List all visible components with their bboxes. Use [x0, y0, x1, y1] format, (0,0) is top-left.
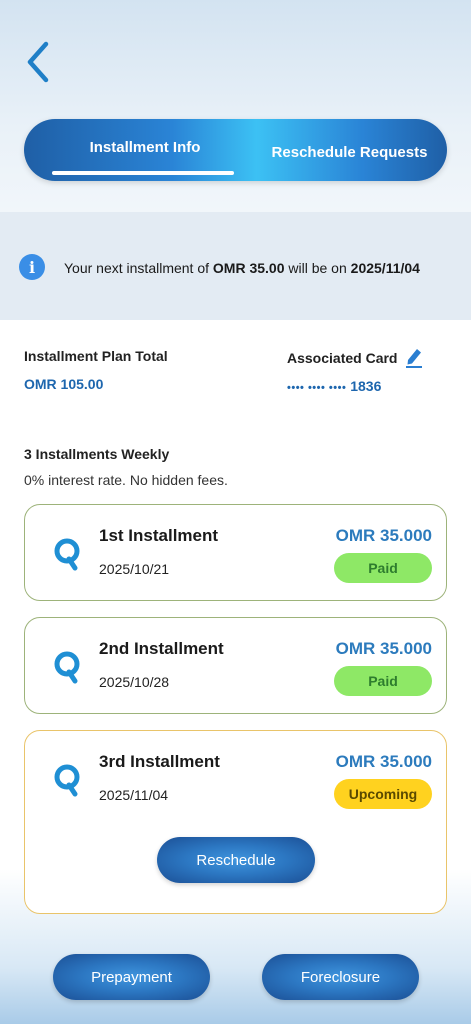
reschedule-button[interactable]: Reschedule [157, 837, 315, 883]
banner-amount: OMR 35.00 [212, 260, 285, 276]
status-badge: Paid [334, 553, 432, 583]
foreclosure-button[interactable]: Foreclosure [262, 954, 419, 1000]
tab-installment-info[interactable]: Installment Info [52, 119, 238, 175]
active-tab-indicator [52, 171, 234, 175]
q-logo-icon [54, 651, 80, 684]
info-icon: i [19, 254, 45, 280]
installment-amount: OMR 35.000 [335, 639, 432, 658]
installment-card-3[interactable]: 3rd Installment 2025/11/04 OMR 35.000 Up… [24, 730, 447, 914]
next-installment-banner: i Your next installment of OMR 35.00 wil… [0, 212, 471, 320]
installments-weekly-subtitle: 0% interest rate. No hidden fees. [24, 472, 228, 488]
installment-name: 2nd Installment [99, 639, 224, 658]
tab-reschedule-requests-label: Reschedule Requests [271, 143, 428, 161]
plan-total-value: OMR 105.00 [24, 376, 104, 392]
banner-text-middle: will be on [284, 260, 351, 276]
banner-date: 2025/11/04 [350, 260, 420, 276]
card-dots: •••• •••• •••• [287, 382, 347, 394]
prepayment-button[interactable]: Prepayment [53, 954, 210, 1000]
edit-card-button[interactable] [404, 346, 424, 368]
banner-text: Your next installment of OMR 35.00 will … [64, 260, 420, 276]
installments-weekly-title: 3 Installments Weekly [24, 446, 170, 462]
main-content: Installment Plan Total OMR 105.00 Associ… [0, 320, 471, 1024]
chevron-left-icon [27, 41, 49, 83]
q-logo-icon [54, 764, 80, 797]
installment-card-2[interactable]: 2nd Installment 2025/10/28 OMR 35.000 Pa… [24, 617, 447, 714]
card-last4: 1836 [350, 378, 382, 394]
tab-bar: Installment Info Reschedule Requests [24, 119, 447, 181]
status-badge: Paid [334, 666, 432, 696]
installment-date: 2025/11/04 [99, 787, 169, 803]
installment-date: 2025/10/21 [99, 561, 170, 577]
installment-card-1[interactable]: 1st Installment 2025/10/21 OMR 35.000 Pa… [24, 504, 447, 601]
pencil-icon [406, 349, 422, 368]
installment-name: 1st Installment [99, 526, 219, 545]
status-badge: Upcoming [334, 779, 432, 809]
installment-amount: OMR 35.000 [335, 526, 432, 545]
installment-name: 3rd Installment [99, 752, 220, 771]
tab-reschedule-requests[interactable]: Reschedule Requests [252, 121, 447, 183]
plan-total-label: Installment Plan Total [24, 348, 168, 364]
q-logo-icon [54, 538, 80, 571]
banner-text-prefix: Your next installment of [64, 260, 213, 276]
installment-date: 2025/10/28 [99, 674, 170, 690]
installment-amount: OMR 35.000 [335, 752, 432, 771]
associated-card-label: Associated Card [287, 350, 398, 366]
tab-installment-info-label: Installment Info [89, 138, 201, 156]
associated-card-number: •••• •••• •••• 1836 [287, 378, 381, 394]
back-button[interactable] [22, 38, 56, 86]
